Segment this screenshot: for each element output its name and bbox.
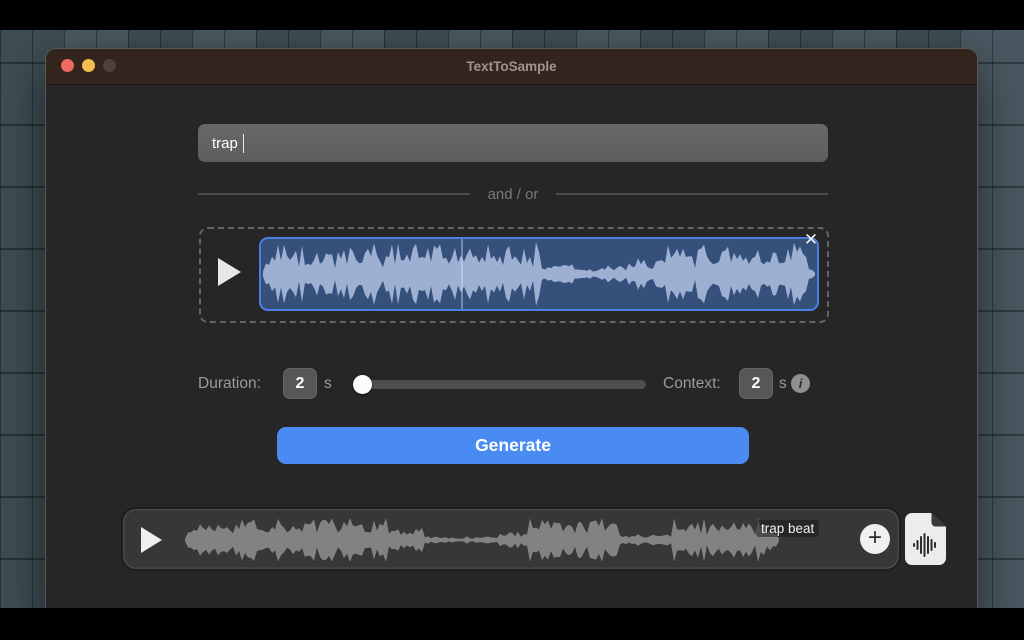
add-sample-button[interactable]: + — [860, 524, 890, 554]
divider-label: and / or — [488, 186, 539, 203]
prompt-text-input[interactable]: trap — [198, 124, 828, 162]
window-title: TextToSample — [46, 49, 977, 84]
audio-drop-zone[interactable]: ✕ — [199, 227, 829, 323]
slider-track[interactable] — [356, 380, 646, 389]
titlebar[interactable]: TextToSample — [46, 49, 977, 85]
duration-value-field[interactable]: 2 — [283, 368, 317, 399]
divider-line-left — [198, 193, 470, 195]
letterbox-bottom — [0, 608, 1024, 640]
duration-slider[interactable] — [356, 375, 646, 393]
input-audio-clip[interactable] — [259, 237, 819, 311]
duration-label: Duration: — [198, 375, 261, 393]
context-unit: s — [779, 375, 787, 393]
context-label: Context: — [663, 375, 721, 393]
audio-file-icon[interactable] — [904, 513, 946, 565]
remove-clip-button[interactable]: ✕ — [800, 229, 822, 251]
play-input-icon[interactable] — [218, 258, 241, 286]
duration-unit: s — [324, 375, 332, 393]
letterbox-top — [0, 0, 1024, 30]
and-or-divider: and / or — [198, 183, 828, 205]
slider-thumb[interactable] — [353, 375, 372, 394]
generate-button[interactable]: Generate — [277, 427, 749, 464]
sample-name-label: trap beat — [756, 520, 819, 537]
info-icon[interactable]: i — [791, 374, 810, 393]
play-output-icon[interactable] — [141, 527, 162, 553]
prompt-text: trap — [212, 135, 238, 152]
input-waveform — [263, 241, 815, 307]
context-value-field[interactable]: 2 — [739, 368, 773, 399]
app-window: TextToSample trap and / or ✕ Duration: 2… — [45, 48, 978, 620]
output-sample-player: trap beat + — [121, 507, 901, 571]
divider-line-right — [556, 193, 828, 195]
output-waveform[interactable] — [185, 517, 781, 563]
clip-seam-line — [461, 239, 463, 309]
text-cursor — [243, 134, 245, 153]
